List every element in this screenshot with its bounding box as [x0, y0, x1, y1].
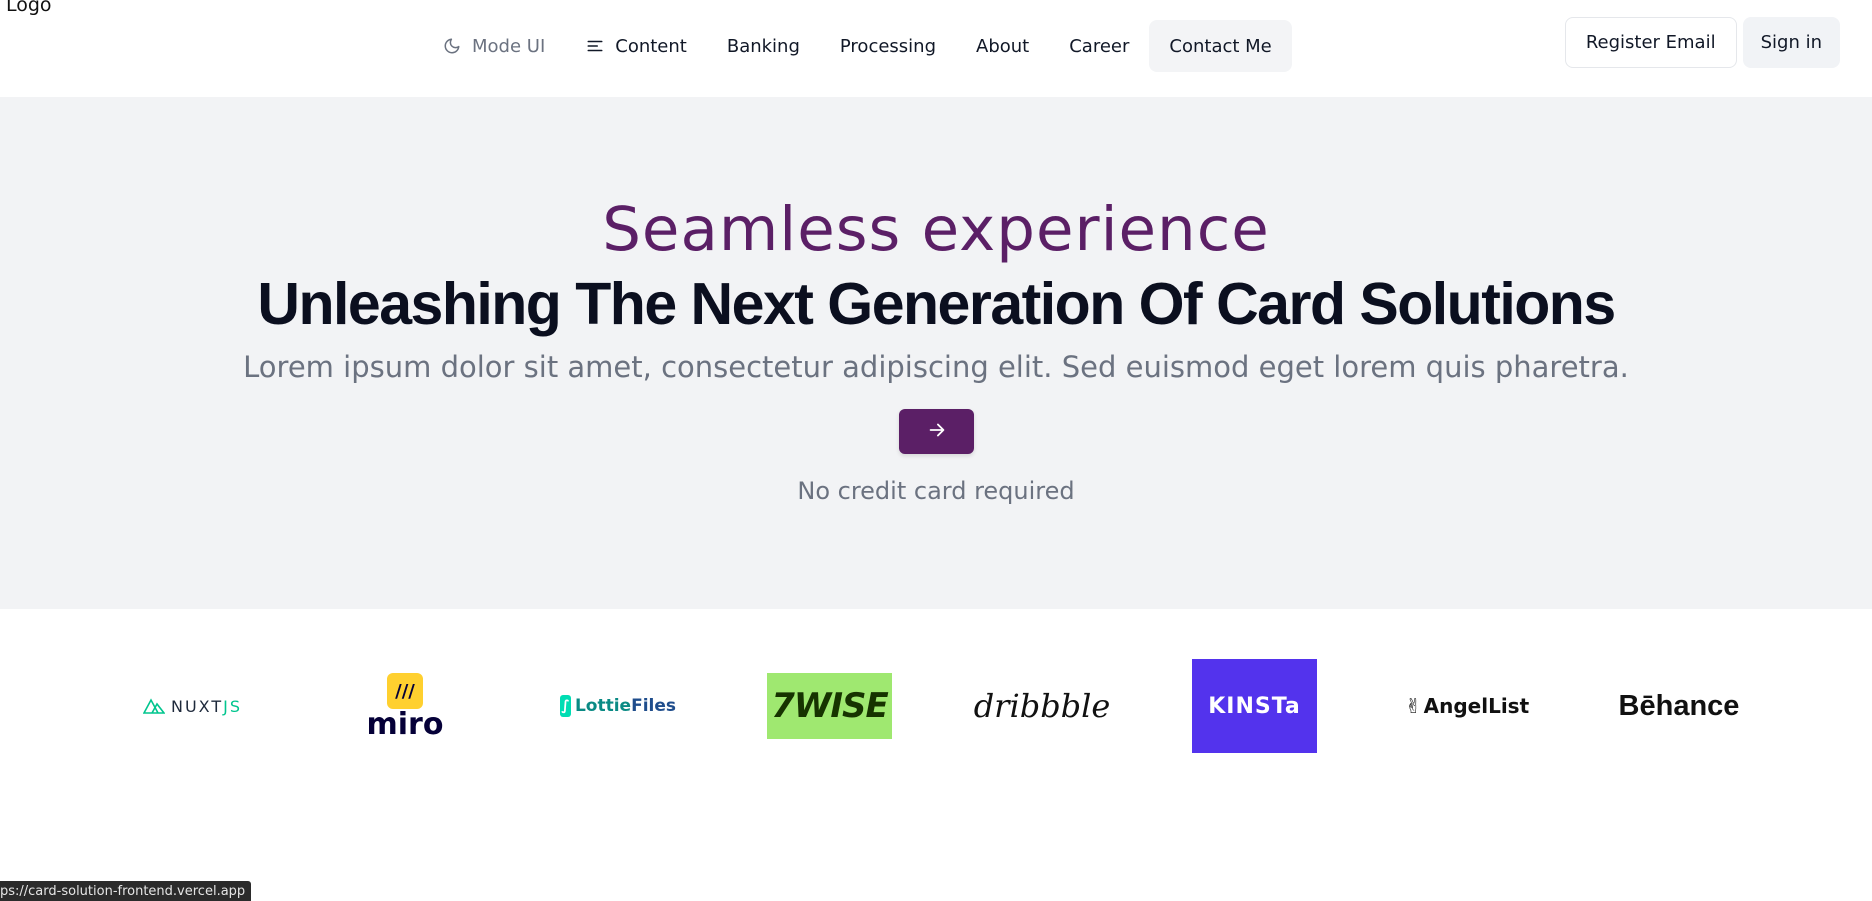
nuxtjs-logo: NUXTJS: [140, 660, 245, 752]
miro-mark-icon: ///: [387, 673, 423, 709]
nuxt-mountain-icon: [142, 698, 165, 714]
nav-career[interactable]: Career: [1049, 20, 1149, 72]
main-nav: Mode UI Content Banking Processing About…: [428, 20, 1292, 72]
angellist-word: AngelList: [1423, 694, 1530, 718]
nav-about[interactable]: About: [956, 20, 1049, 72]
nav-mode-label: Mode UI: [472, 35, 546, 57]
kinsta-logo: KINSTa: [1192, 659, 1317, 753]
lottie-mark-icon: ∫: [560, 695, 571, 717]
partner-logos: NUXTJS /// miro ∫ LottieFiles 7WISE drib…: [0, 659, 1872, 753]
lottie-word: Lottie: [574, 696, 632, 716]
miro-logo: /// miro: [362, 660, 448, 752]
arrow-right-icon: [926, 419, 948, 445]
nav-content[interactable]: Content: [565, 20, 707, 72]
hero-title: Unleashing The Next Generation Of Card S…: [257, 271, 1616, 337]
nav-contact-me[interactable]: Contact Me: [1149, 20, 1292, 72]
lottiefiles-logo: ∫ LottieFiles: [560, 660, 676, 752]
moon-icon: [442, 36, 462, 56]
no-credit-card-note: No credit card required: [797, 477, 1075, 505]
peace-hand-icon: ✌: [1404, 694, 1422, 718]
nav-processing[interactable]: Processing: [820, 20, 956, 72]
behance-logo: Bēhance: [1618, 689, 1740, 722]
status-bar-url: ps://card-solution-frontend.vercel.app: [0, 881, 252, 901]
auth-buttons: Register Email Sign in: [1564, 17, 1840, 68]
sign-in-button[interactable]: Sign in: [1742, 17, 1840, 68]
nuxt-word: NUXT: [170, 696, 224, 716]
menu-icon: [585, 36, 605, 56]
hero-subtitle: Lorem ipsum dolor sit amet, consectetur …: [243, 350, 1629, 384]
nav-banking[interactable]: Banking: [707, 20, 820, 72]
page: Logo Mode UI Content Banking Processing …: [0, 0, 1872, 901]
nav-content-label: Content: [615, 35, 687, 57]
angellist-logo: ✌ AngelList: [1405, 660, 1529, 752]
lottie-files-word: Files: [631, 696, 676, 716]
site-logo[interactable]: Logo: [6, 0, 52, 16]
get-started-button[interactable]: [899, 409, 974, 454]
wise-logo: 7WISE: [767, 673, 892, 739]
nuxt-js-word: JS: [223, 696, 242, 716]
hero-section: Seamless experience Unleashing The Next …: [0, 97, 1872, 609]
dribbble-logo: dribbble: [973, 687, 1111, 725]
register-email-button[interactable]: Register Email: [1564, 17, 1737, 68]
hero-eyebrow: Seamless experience: [602, 194, 1270, 265]
nav-mode-toggle[interactable]: Mode UI: [428, 20, 565, 72]
miro-word: miro: [366, 707, 444, 742]
